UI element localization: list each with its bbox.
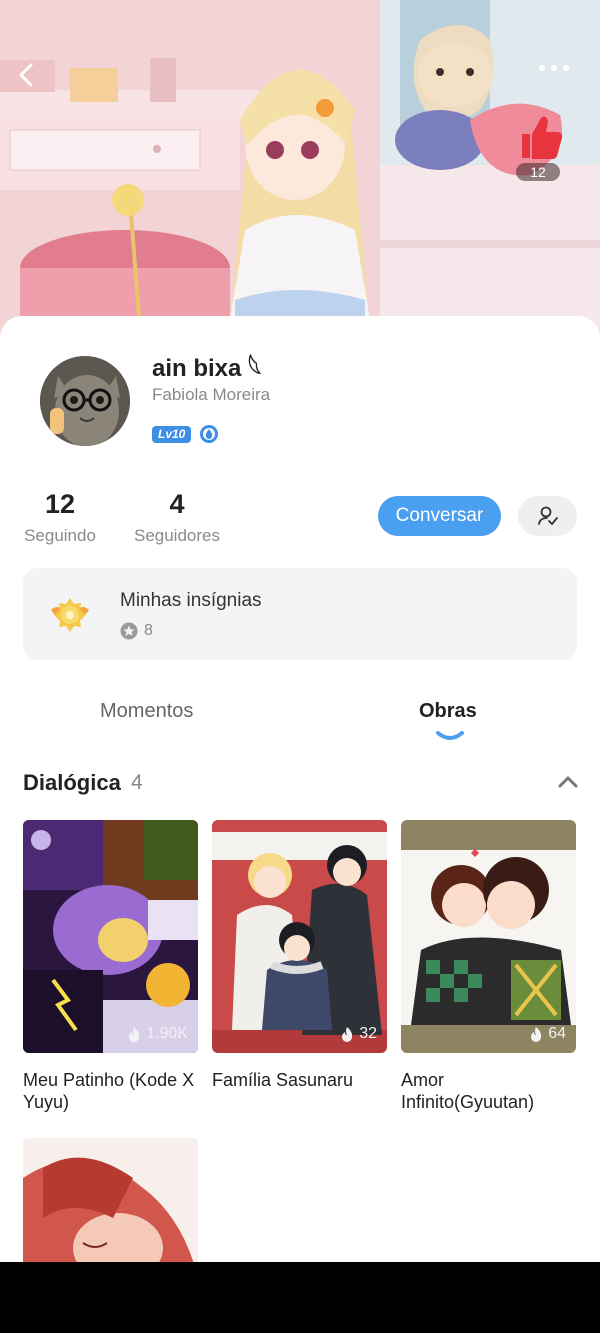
active-tab-indicator	[436, 731, 464, 740]
chevron-up-icon[interactable]	[556, 772, 580, 792]
avatar[interactable]	[40, 356, 130, 446]
work-cover[interactable]: 32	[212, 820, 387, 1053]
cat-avatar-image	[40, 356, 130, 446]
badges-panel[interactable]: Minhas insígnias 8	[23, 568, 577, 660]
work-heat-count: 1.90K	[146, 1025, 188, 1042]
tab-obras[interactable]: Obras	[419, 700, 477, 723]
back-button[interactable]	[16, 62, 52, 98]
system-navigation-bar	[0, 1262, 600, 1333]
cover-illustration	[401, 820, 576, 1053]
work-card[interactable]: 1.90K Meu Patinho (Kode X Yuyu)	[23, 820, 198, 1113]
cover-illustration	[23, 820, 198, 1053]
work-cover[interactable]: 1.90K	[23, 820, 198, 1053]
flame-icon	[342, 1027, 353, 1042]
user-check-icon	[537, 506, 558, 525]
badges-count-row: 8	[120, 622, 153, 640]
work-heat-count: 32	[359, 1025, 377, 1042]
badge-star-icon	[120, 622, 138, 640]
flame-icon	[129, 1027, 140, 1042]
badges-count: 8	[144, 622, 153, 639]
following-label: Seguindo	[24, 526, 96, 545]
medal-icon	[51, 598, 89, 632]
work-heat: 32	[340, 1025, 377, 1043]
profile-card: ain bixa 𓆩 Fabiola Moreira Lv10 12 Segui…	[0, 316, 600, 1262]
chat-button[interactable]: Conversar	[378, 496, 501, 536]
work-title: Família Sasunaru	[212, 1070, 354, 1090]
profile-banner: 12	[0, 0, 600, 350]
flame-icon	[531, 1027, 542, 1042]
section-count: 4	[131, 771, 143, 794]
more-dots-icon	[538, 64, 570, 72]
profile-name: ain bixa 𓆩	[152, 355, 262, 382]
work-card[interactable]	[23, 1138, 198, 1262]
verified-drop-icon[interactable]	[199, 424, 219, 444]
work-title: Amor Infinito(Gyuutan)	[401, 1070, 535, 1112]
badges-title: Minhas insígnias	[120, 590, 262, 611]
cover-illustration	[23, 1138, 198, 1262]
more-options-button[interactable]	[538, 64, 578, 94]
thumbs-up-icon	[522, 116, 563, 159]
work-title: Meu Patinho (Kode X Yuyu)	[23, 1070, 195, 1112]
work-card[interactable]: 64 Amor Infinito(Gyuutan)	[401, 820, 576, 1113]
tab-momentos[interactable]: Momentos	[100, 700, 193, 723]
work-cover[interactable]: 64	[401, 820, 576, 1053]
cover-illustration	[212, 820, 387, 1053]
work-cover[interactable]	[23, 1138, 198, 1262]
following-stat[interactable]: 12 Seguindo	[22, 488, 98, 546]
profile-subname: Fabiola Moreira	[152, 385, 271, 404]
following-count: 12	[44, 489, 76, 519]
work-heat: 1.90K	[127, 1025, 188, 1043]
section-title: Dialógica	[23, 770, 121, 795]
follow-button[interactable]	[518, 496, 577, 536]
work-card[interactable]: 32 Família Sasunaru	[212, 820, 387, 1091]
like-count: 12	[516, 163, 560, 181]
level-badge[interactable]: Lv10	[152, 426, 192, 443]
work-heat: 64	[529, 1025, 566, 1043]
followers-label: Seguidores	[133, 526, 220, 545]
followers-stat[interactable]: 4 Seguidores	[130, 488, 224, 546]
chevron-left-icon	[19, 63, 33, 87]
followers-count: 4	[169, 489, 185, 519]
profile-screen: 12 ain bixa 𓆩 Fabiola Moreira Lv10 12 Se…	[0, 0, 600, 1262]
work-heat-count: 64	[548, 1025, 566, 1042]
